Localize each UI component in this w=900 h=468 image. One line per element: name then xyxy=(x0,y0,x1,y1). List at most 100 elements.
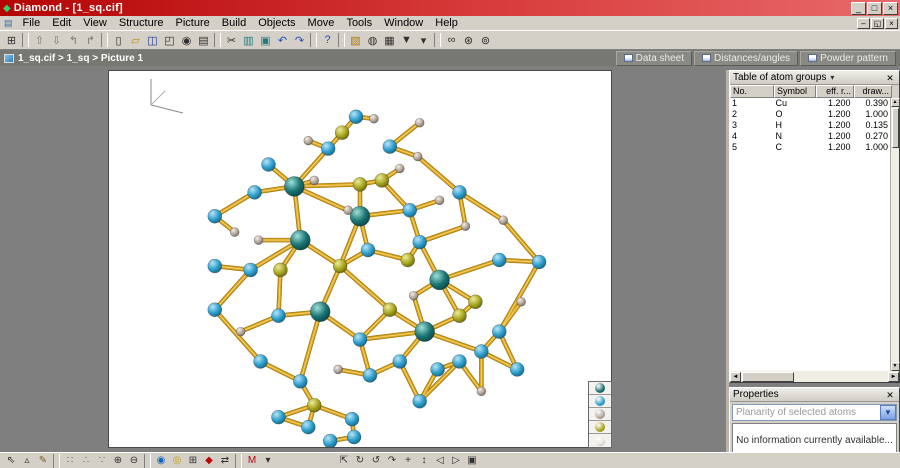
help-pointer-icon[interactable]: ? xyxy=(319,32,336,48)
menu-tools[interactable]: Tools xyxy=(340,17,378,29)
maximize-button[interactable]: □ xyxy=(867,1,882,15)
close-button[interactable]: × xyxy=(883,1,898,15)
atom-n[interactable] xyxy=(374,173,390,188)
atom-groups-header[interactable]: Table of atom groups ▾ ✕ xyxy=(730,71,899,85)
atom-n[interactable] xyxy=(273,262,288,278)
vertical-scrollbar-thumb[interactable] xyxy=(891,108,899,148)
atom-n[interactable] xyxy=(332,258,348,274)
table-horizontal-scrollbar[interactable]: ◄ ► xyxy=(730,371,899,382)
scroll-up-button[interactable]: ▲ xyxy=(890,98,900,107)
atom-o[interactable] xyxy=(271,308,286,323)
menu-objects[interactable]: Objects xyxy=(252,17,301,29)
atom-o[interactable] xyxy=(207,302,223,317)
filter-icon[interactable]: ▼ xyxy=(398,32,415,48)
redo-icon[interactable]: ↷ xyxy=(291,32,308,48)
red-diamond-icon[interactable]: ◆ xyxy=(201,454,217,468)
atom-o[interactable] xyxy=(430,362,445,377)
scroll-down-button[interactable]: ▼ xyxy=(890,362,900,371)
atom-n[interactable] xyxy=(468,294,483,310)
measure-triangle-icon[interactable]: ▵ xyxy=(19,454,35,468)
atom-o[interactable] xyxy=(474,344,489,359)
combo-dropdown-icon[interactable]: ▼ xyxy=(880,405,896,420)
viewport-grid-icon[interactable]: ⊞ xyxy=(185,454,201,468)
open-folder-icon[interactable]: ▱ xyxy=(127,32,144,48)
connect-atoms-icon[interactable]: ∞ xyxy=(443,32,460,48)
table-row[interactable]: 4 N 1.200 0.270 xyxy=(730,131,890,142)
atom-h[interactable] xyxy=(460,221,471,231)
table-row[interactable]: 5 C 1.200 1.000 xyxy=(730,142,890,153)
atom-h[interactable] xyxy=(333,364,343,375)
atom-cu[interactable] xyxy=(414,321,435,342)
atom-o[interactable] xyxy=(412,393,427,409)
undo-icon[interactable]: ↶ xyxy=(274,32,291,48)
atom-n[interactable] xyxy=(306,397,322,413)
table-row[interactable]: 2 O 1.200 1.000 xyxy=(730,109,890,120)
properties-close-icon[interactable]: ✕ xyxy=(884,389,896,400)
walk-history-icon[interactable]: ∷ xyxy=(62,454,78,468)
select-pointer-icon[interactable]: ⇖ xyxy=(3,454,19,468)
atom-o[interactable] xyxy=(348,109,364,125)
legend-c[interactable] xyxy=(589,434,611,447)
menu-build[interactable]: Build xyxy=(216,17,252,29)
menu-structure[interactable]: Structure xyxy=(113,17,170,29)
atom-o[interactable] xyxy=(531,254,547,270)
child-window-icon[interactable]: ▤ xyxy=(4,18,13,29)
atom-n[interactable] xyxy=(334,125,350,140)
picture-menu-icon[interactable]: ▾ xyxy=(415,32,432,48)
search-icon[interactable]: ◉ xyxy=(178,32,195,48)
atom-o[interactable] xyxy=(402,202,417,218)
scroll-right-button[interactable]: ► xyxy=(888,371,899,382)
atom-o[interactable] xyxy=(293,374,308,389)
atom-o[interactable] xyxy=(452,185,467,200)
atom-n[interactable] xyxy=(352,177,368,192)
legend-h[interactable] xyxy=(589,408,611,421)
column-header-eff-r-[interactable]: eff. r... xyxy=(816,85,854,98)
atom-o[interactable] xyxy=(392,354,408,369)
atom-cu[interactable] xyxy=(429,269,450,291)
view-forward-icon[interactable]: ▷ xyxy=(448,454,464,468)
atom-o[interactable] xyxy=(207,208,223,224)
atom-o[interactable] xyxy=(271,409,286,425)
table-row[interactable]: 3 H 1.200 0.135 xyxy=(730,120,890,131)
atom-o[interactable] xyxy=(509,362,525,377)
atom-h[interactable] xyxy=(434,195,445,206)
atom-cu[interactable] xyxy=(309,301,331,322)
view-back-icon[interactable]: ◁ xyxy=(432,454,448,468)
menu-view[interactable]: View xyxy=(77,17,113,29)
properties-selector[interactable]: Planarity of selected atoms ▼ xyxy=(732,404,897,421)
atom-h[interactable] xyxy=(369,113,379,124)
atom-o[interactable] xyxy=(491,252,507,268)
copy-icon[interactable]: ▥ xyxy=(240,32,257,48)
mdi-restore-button[interactable]: ◱ xyxy=(871,17,884,29)
atom-n[interactable] xyxy=(382,302,398,317)
move-mode-icon[interactable]: + xyxy=(400,454,416,468)
blue-sphere-icon[interactable]: ◉ xyxy=(153,454,169,468)
step-back-icon[interactable]: ∴ xyxy=(78,454,94,468)
tab-distances-angles[interactable]: Distances/angles xyxy=(694,50,799,66)
atom-h[interactable] xyxy=(498,215,509,225)
mdi-minimize-button[interactable]: – xyxy=(857,17,870,29)
rotate-y-icon[interactable]: ↺ xyxy=(368,454,384,468)
atom-o[interactable] xyxy=(322,433,338,447)
atom-h[interactable] xyxy=(253,235,264,245)
rotate-z-icon[interactable]: ↷ xyxy=(384,454,400,468)
tab-data-sheet[interactable]: Data sheet xyxy=(615,50,693,66)
column-header-no-[interactable]: No. xyxy=(730,85,774,98)
atom-o[interactable] xyxy=(346,429,362,445)
atom-h[interactable] xyxy=(412,151,423,162)
title-bar[interactable]: ◆ Diamond - [1_sq.cif] _ □ × xyxy=(0,0,900,16)
fill-cell-icon[interactable]: ⊚ xyxy=(477,32,494,48)
panel-splitter[interactable] xyxy=(726,70,729,452)
atom-o[interactable] xyxy=(243,262,258,278)
print-icon[interactable]: ▤ xyxy=(195,32,212,48)
atom-h[interactable] xyxy=(309,175,320,186)
print-preview-icon[interactable]: ◰ xyxy=(161,32,178,48)
atom-h[interactable] xyxy=(343,205,353,216)
atom-o[interactable] xyxy=(253,354,268,369)
atom-cu[interactable] xyxy=(284,176,305,197)
build-structure-icon[interactable]: ⊛ xyxy=(460,32,477,48)
new-document-icon[interactable]: ▯ xyxy=(110,32,127,48)
atom-o[interactable] xyxy=(247,185,262,200)
atom-o[interactable] xyxy=(452,354,467,369)
mdi-close-button[interactable]: × xyxy=(885,17,898,29)
